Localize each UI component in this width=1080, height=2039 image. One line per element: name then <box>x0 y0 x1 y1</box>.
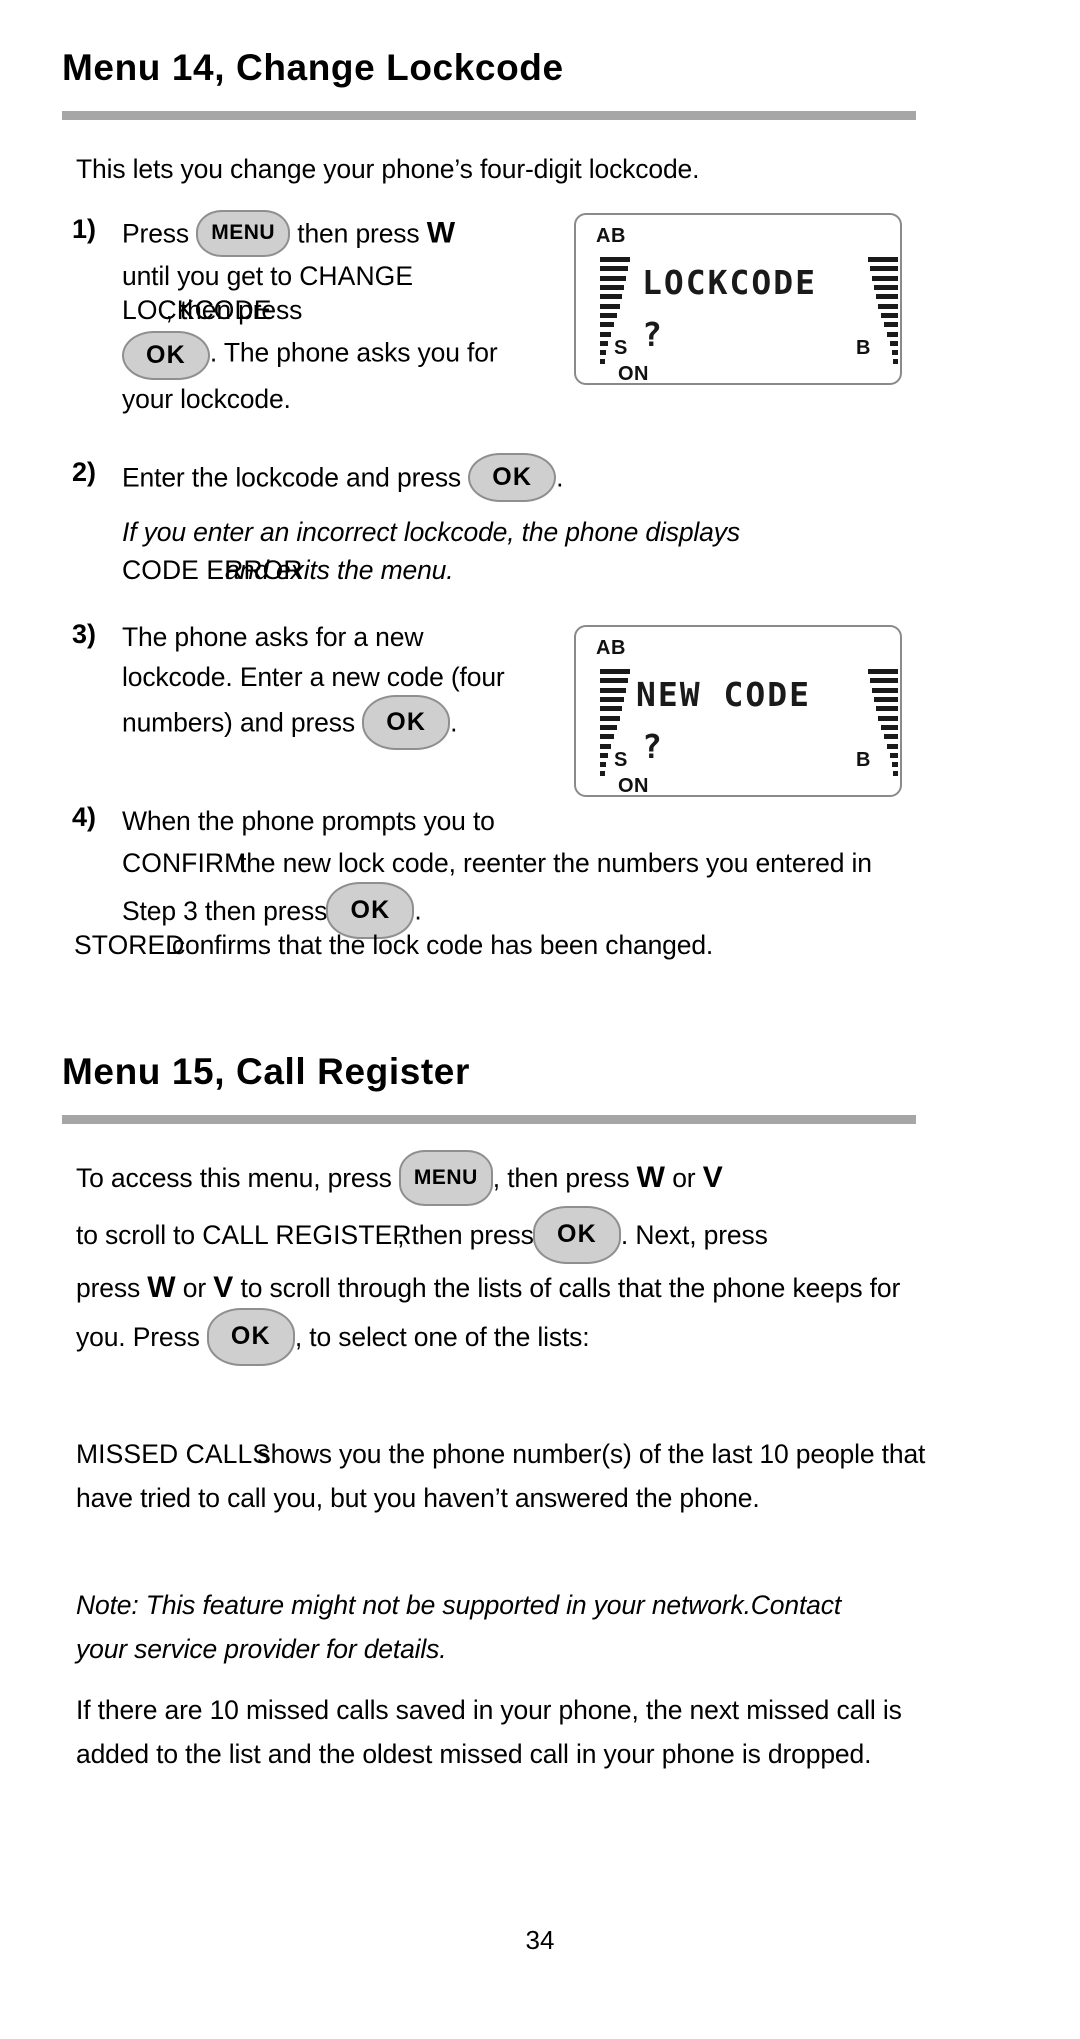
section-heading-menu-14: Menu 14, Change Lockcode <box>62 47 564 88</box>
step-2-text-2: . <box>556 462 564 493</box>
note-network-support: Note: This feature might not be supporte… <box>76 1583 866 1671</box>
p1-press-word: press <box>76 1273 148 1303</box>
step-2: 2) Enter the lockcode and press OK. <box>72 453 772 504</box>
step-3-number: 3) <box>72 619 97 649</box>
intro-paragraph-menu-14: This lets you change your phone’s four-d… <box>76 152 896 186</box>
lcd-b-indicator-2: B <box>856 749 871 771</box>
step-1-text-4: , then press <box>165 295 303 325</box>
note-network-text: Note: This feature might not be supporte… <box>76 1590 842 1664</box>
lcd-ab-indicator-2: AB <box>596 637 626 659</box>
scroll-up-key-glyph[interactable]: W <box>427 217 455 250</box>
menu-key-pill-2[interactable]: MENU <box>398 1150 493 1206</box>
intro-text: This lets you change your phone’s four-d… <box>76 154 700 184</box>
display-label-missed-calls: MISSED CALLS <box>76 1439 271 1469</box>
step-4-text-3: . <box>414 895 422 926</box>
page-number: 34 <box>0 1925 1080 1956</box>
menu-key-pill[interactable]: MENU <box>196 210 291 257</box>
p1-text-2: , then press <box>492 1163 637 1193</box>
scroll-down-key-glyph-1[interactable]: V <box>703 1161 723 1194</box>
page-number-value: 34 <box>525 1925 555 1955</box>
note-text-1: If you enter an incorrect lockcode, the … <box>122 517 740 547</box>
closing-stored-line: STORED confirms that the lock code has b… <box>74 928 914 962</box>
ok-key-pill-1[interactable]: OK <box>122 331 210 380</box>
step-1-text-1: Press <box>122 218 197 249</box>
paragraph-access-call-register: To access this menu, press MENU, then pr… <box>76 1150 916 1368</box>
scroll-up-key-glyph-3[interactable]: W <box>147 1271 175 1304</box>
step-2-number: 2) <box>72 457 97 487</box>
section-heading-menu-15: Menu 15, Call Register <box>62 1051 470 1092</box>
ok-key-pill-5[interactable]: OK <box>533 1206 621 1264</box>
p1-text-5: , then press <box>397 1220 541 1250</box>
step-2-body: Enter the lockcode and press OK. <box>122 453 772 504</box>
step-4-text-2: the new lock code, reenter the numbers y… <box>122 848 872 926</box>
paragraph-missed-calls: MISSED CALLS shows you the phone number(… <box>76 1432 936 1520</box>
p3-text: If there are 10 missed calls saved in yo… <box>76 1695 902 1769</box>
step-1-number: 1) <box>72 214 97 244</box>
step-1-text-2: then press <box>290 218 427 249</box>
lcd-main-text: LOCKCODE <box>642 263 817 302</box>
step-4-text-1: When the phone prompts you to <box>122 806 495 836</box>
lcd-ab-indicator: AB <box>596 225 626 247</box>
ok-key-pill-3[interactable]: OK <box>362 695 451 750</box>
step-4-number: 4) <box>72 802 97 832</box>
p1-text-4: to scroll to <box>76 1220 203 1250</box>
step-1: 1) Press MENU then press W until you get… <box>72 210 532 416</box>
heading-rule-1 <box>62 111 916 120</box>
step-2-text-1: Enter the lockcode and press <box>122 462 469 493</box>
step-3-text-2: . <box>450 707 458 738</box>
step-4: 4) When the phone prompts you to CONFIRM… <box>72 800 902 941</box>
step-4-body: When the phone prompts you to CONFIRM th… <box>122 800 902 941</box>
step-1-body: Press MENU then press W until you get to… <box>122 210 532 416</box>
lcd-prompt-question-mark: ? <box>642 315 662 354</box>
scroll-up-key-glyph-2[interactable]: W <box>637 1161 665 1194</box>
step-3: 3) The phone asks for a new lockcode. En… <box>72 617 522 752</box>
manual-page: Menu 14, Change Lockcode This lets you c… <box>0 0 1080 2039</box>
note-incorrect-lockcode: If you enter an incorrect lockcode, the … <box>122 513 802 589</box>
p1-text-6: . Next, press <box>620 1220 768 1250</box>
lcd-b-indicator: B <box>856 337 871 359</box>
step-1-text-3: until you get to <box>122 261 300 291</box>
p1-text-7: or <box>175 1273 214 1303</box>
lcd-display-new-code: AB NEW CODE ? S B ON <box>574 625 902 797</box>
lcd-on-indicator-2: ON <box>618 775 649 797</box>
lcd-s-indicator-2: S <box>614 749 628 771</box>
battery-level-icon-2 <box>868 669 898 779</box>
heading-rule-2 <box>62 1115 916 1124</box>
note-text-3: and exits the menu. <box>217 555 454 585</box>
ok-key-pill-6[interactable]: OK <box>206 1308 295 1366</box>
lcd-on-indicator: ON <box>618 363 649 385</box>
display-label-confirm: CONFIRM <box>122 848 247 878</box>
lcd-prompt-question-mark-2: ? <box>642 727 662 766</box>
step-3-body: The phone asks for a new lockcode. Enter… <box>122 617 522 752</box>
ok-key-pill-2[interactable]: OK <box>468 453 557 502</box>
lcd-main-text-2: NEW CODE <box>636 675 811 714</box>
scroll-down-key-glyph-2[interactable]: V <box>213 1271 233 1304</box>
lcd-display-lockcode: AB LOCKCODE ? S B ON <box>574 213 902 385</box>
display-label-call-register: CALL REGISTER <box>202 1220 412 1250</box>
paragraph-ten-missed-calls: If there are 10 missed calls saved in yo… <box>76 1688 906 1776</box>
p1-text-1: To access this menu, press <box>76 1163 399 1193</box>
lcd-s-indicator: S <box>614 337 628 359</box>
p1-text-3: or <box>664 1163 703 1193</box>
closing-text: confirms that the lock code has been cha… <box>164 930 714 960</box>
battery-level-icon <box>868 257 898 367</box>
p1-text-9: , to select one of the lists: <box>294 1322 590 1352</box>
